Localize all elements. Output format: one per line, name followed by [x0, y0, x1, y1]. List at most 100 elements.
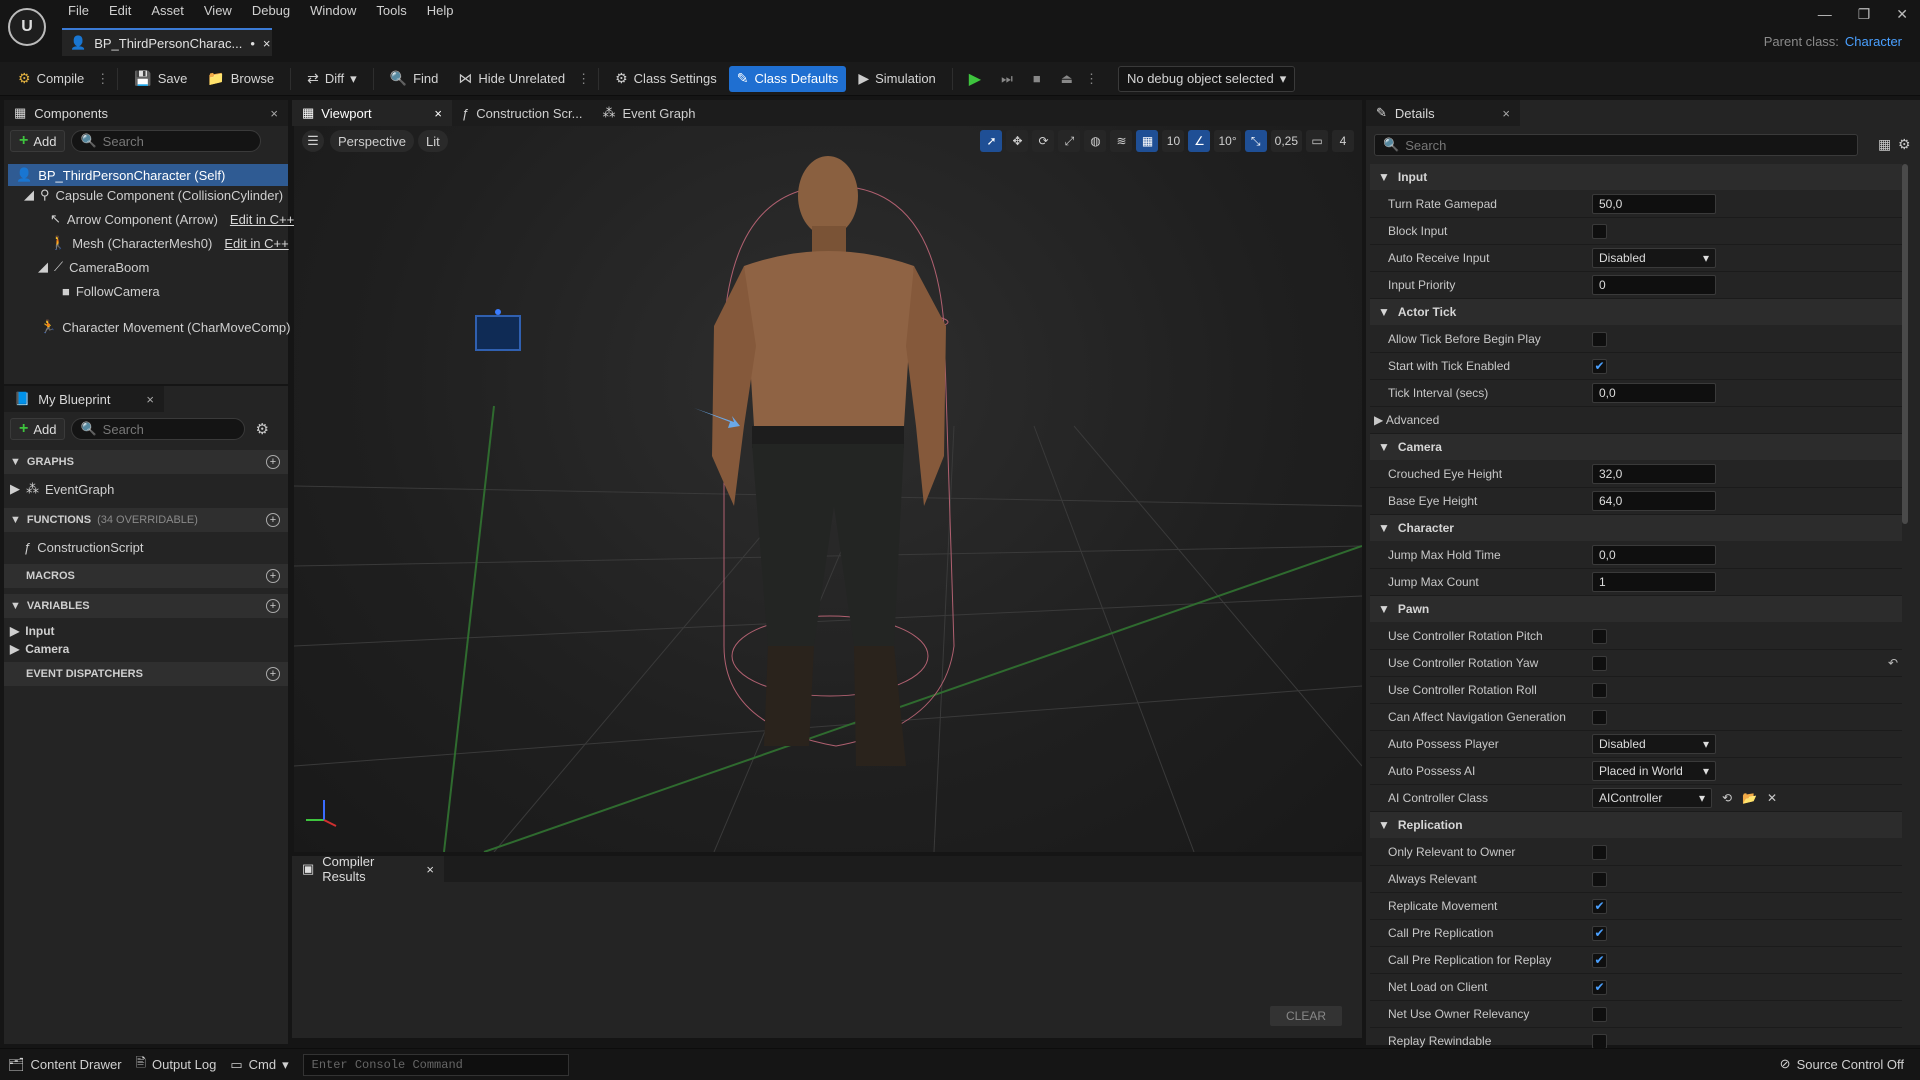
diff-button[interactable]: ⇄ Diff ▾ — [299, 66, 365, 92]
cmd-button[interactable]: ▭ Cmd ▾ — [230, 1057, 288, 1073]
table-view-icon[interactable]: ▦ — [1878, 136, 1891, 153]
save-button[interactable]: 💾 Save — [126, 66, 195, 92]
menu-view[interactable]: View — [194, 0, 242, 22]
components-search-input[interactable]: 🔍 Search — [71, 130, 262, 152]
my-blueprint-tab[interactable]: 📘 My Blueprint × — [4, 386, 164, 412]
add-variable-icon[interactable]: + — [266, 599, 280, 613]
rotation-snap-icon[interactable]: ∠ — [1188, 130, 1211, 152]
tab-event-graph[interactable]: ⁂ Event Graph — [592, 100, 705, 126]
component-capsule[interactable]: ◢ ⚲ Capsule Component (CollisionCylinder) — [24, 184, 283, 206]
viewport[interactable]: ☰ Perspective Lit ➚ ✥ ⟳ ⤢ ◍ ≋ ▦ 10 ∠ 10°… — [294, 126, 1362, 852]
details-category[interactable]: ▼ Actor Tick — [1370, 299, 1902, 325]
class-defaults-button[interactable]: ✎ Class Defaults — [728, 65, 847, 92]
surface-snap-icon[interactable]: ≋ — [1110, 130, 1133, 152]
edit-in-cpp-link[interactable]: Edit in C++ — [230, 212, 294, 227]
close-icon[interactable]: × — [1502, 106, 1510, 121]
class-settings-button[interactable]: ⚙ Class Settings — [607, 66, 725, 92]
details-scrollbar[interactable] — [1902, 164, 1908, 524]
blueprint-search-input[interactable]: 🔍 Search — [71, 418, 246, 440]
components-tab[interactable]: ▦ Components × — [4, 100, 288, 126]
property-checkbox[interactable] — [1592, 709, 1607, 725]
property-number-field[interactable]: 50,0 — [1592, 194, 1716, 214]
grid-snap-icon[interactable]: ▦ — [1136, 130, 1159, 152]
tab-viewport[interactable]: ▦ Viewport × — [292, 100, 452, 126]
step-button[interactable]: ⏭ — [993, 66, 1021, 92]
add-component-button[interactable]: + Add — [10, 130, 66, 152]
compile-options-icon[interactable]: ⋮ — [96, 71, 109, 87]
property-checkbox[interactable] — [1592, 223, 1607, 239]
property-checkbox[interactable] — [1592, 628, 1607, 644]
property-number-field[interactable]: 32,0 — [1592, 464, 1716, 484]
camera-speed-value[interactable]: 4 — [1332, 130, 1354, 152]
property-checkbox[interactable] — [1592, 871, 1607, 887]
restore-button[interactable]: ❐ — [1858, 6, 1871, 23]
property-dropdown[interactable]: Disabled ▾ — [1592, 248, 1716, 268]
property-checkbox[interactable] — [1592, 1033, 1607, 1049]
reset-to-default-icon[interactable]: ↶ — [1888, 656, 1898, 670]
macros-section[interactable]: MACROS + — [4, 564, 288, 588]
component-self[interactable]: 👤 BP_ThirdPersonCharacter (Self) — [8, 164, 288, 186]
play-options-icon[interactable]: ⋮ — [1085, 71, 1098, 87]
property-number-field[interactable]: 64,0 — [1592, 491, 1716, 511]
stop-button[interactable]: ■ — [1025, 66, 1049, 92]
find-button[interactable]: 🔍 Find — [382, 66, 447, 92]
add-graph-icon[interactable]: + — [266, 455, 280, 469]
component-charmove[interactable]: 🏃 Character Movement (CharMoveComp) — [40, 316, 290, 338]
perspective-button[interactable]: Perspective — [330, 130, 414, 152]
menu-debug[interactable]: Debug — [242, 0, 300, 22]
settings-gear-icon[interactable]: ⚙ — [255, 420, 268, 438]
expand-arrow-icon[interactable]: ◢ — [38, 259, 48, 275]
tab-construction-script[interactable]: ƒ Construction Scr... — [452, 100, 592, 126]
content-drawer-button[interactable]: 🗂 Content Drawer — [8, 1057, 122, 1073]
browse-asset-icon[interactable]: 📂 — [1742, 791, 1757, 805]
add-function-icon[interactable]: + — [266, 513, 280, 527]
viewport-menu-button[interactable]: ☰ — [302, 130, 324, 152]
scale-snap-value[interactable]: 0,25 — [1270, 130, 1302, 152]
property-dropdown[interactable]: Placed in World ▾ — [1592, 761, 1716, 781]
graphs-section[interactable]: ▼ GRAPHS + — [4, 450, 288, 474]
select-tool-icon[interactable]: ➚ — [980, 130, 1003, 152]
property-checkbox[interactable]: ✔ — [1592, 358, 1607, 374]
property-number-field[interactable]: 0,0 — [1592, 383, 1716, 403]
property-checkbox[interactable]: ✔ — [1592, 952, 1607, 968]
scale-snap-icon[interactable]: ⤡ — [1244, 130, 1267, 152]
details-category[interactable]: ▼ Replication — [1370, 812, 1902, 838]
class-picker-dropdown[interactable]: AIController ▾ — [1592, 788, 1712, 808]
document-tab[interactable]: 👤 BP_ThirdPersonCharac... • × — [62, 28, 272, 56]
variables-section[interactable]: ▼ VARIABLES + — [4, 594, 288, 618]
settings-gear-icon[interactable]: ⚙ — [1898, 136, 1911, 153]
hide-unrelated-button[interactable]: ⋈ Hide Unrelated — [450, 66, 573, 92]
property-number-field[interactable]: 1 — [1592, 572, 1716, 592]
property-checkbox[interactable]: ✔ — [1592, 979, 1607, 995]
property-checkbox[interactable] — [1592, 682, 1607, 698]
clear-icon[interactable]: ✕ — [1767, 791, 1777, 805]
property-checkbox[interactable] — [1592, 331, 1607, 347]
menu-window[interactable]: Window — [300, 0, 366, 22]
lit-button[interactable]: Lit — [418, 130, 448, 152]
details-category[interactable]: ▼ Character — [1370, 515, 1902, 541]
camera-speed-icon[interactable]: ▭ — [1306, 130, 1328, 152]
property-dropdown[interactable]: Disabled ▾ — [1592, 734, 1716, 754]
simulation-button[interactable]: ▶ Simulation — [850, 66, 943, 92]
eventgraph-item[interactable]: ▶ ⁂ EventGraph — [10, 478, 114, 500]
menu-asset[interactable]: Asset — [141, 0, 194, 22]
unreal-logo[interactable]: U — [8, 8, 46, 46]
close-icon[interactable]: × — [434, 106, 442, 121]
translate-tool-icon[interactable]: ✥ — [1006, 130, 1029, 152]
close-window-button[interactable]: ✕ — [1896, 6, 1908, 23]
component-cameraboom[interactable]: ◢ ⟋ CameraBoom — [38, 256, 149, 278]
variable-category-camera[interactable]: ▶ Camera — [10, 638, 69, 660]
hide-unrelated-options-icon[interactable]: ⋮ — [577, 71, 590, 87]
clear-button[interactable]: CLEAR — [1269, 1006, 1342, 1026]
expand-arrow-icon[interactable]: ◢ — [24, 187, 34, 203]
world-local-icon[interactable]: ◍ — [1084, 130, 1107, 152]
use-selected-icon[interactable]: ⟲ — [1722, 791, 1732, 805]
advanced-expander[interactable]: ▶ Advanced — [1370, 413, 1582, 427]
compile-button[interactable]: ⚙ Compile — [10, 66, 92, 92]
browse-button[interactable]: 📁 Browse — [199, 66, 282, 92]
close-icon[interactable]: × — [270, 106, 278, 121]
event-dispatchers-section[interactable]: EVENT DISPATCHERS + — [4, 662, 288, 686]
details-search-input[interactable]: 🔍 Search — [1374, 134, 1858, 156]
component-arrow[interactable]: ↖ Arrow Component (Arrow) Edit in C++ — [50, 208, 294, 230]
rotate-tool-icon[interactable]: ⟳ — [1032, 130, 1055, 152]
